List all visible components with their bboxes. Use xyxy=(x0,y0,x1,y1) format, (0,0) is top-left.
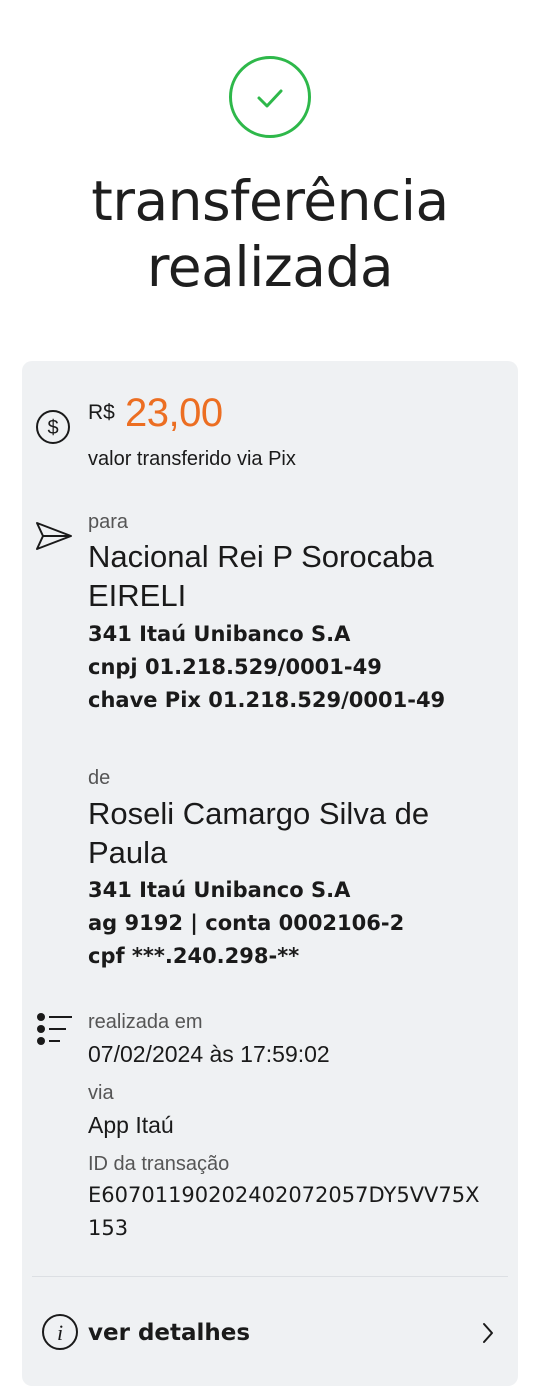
date-label: realizada em xyxy=(88,1011,203,1033)
info-icon: i xyxy=(41,1313,79,1351)
chevron-right-icon xyxy=(480,1321,496,1350)
sender-cpf: cpf ***.240.298-** xyxy=(88,944,300,968)
sender-label: de xyxy=(88,767,111,789)
recipient-label: para xyxy=(88,511,129,533)
transaction-id-label: ID da transação xyxy=(88,1153,230,1175)
dollar-circle-icon: $ xyxy=(35,409,71,445)
divider xyxy=(32,1276,508,1277)
recipient-cnpj: cnpj 01.218.529/0001-49 xyxy=(88,655,382,679)
amount-label: valor transferido via Pix xyxy=(88,448,296,470)
details-button[interactable]: i ver detalhes xyxy=(22,1296,518,1366)
via-label: via xyxy=(88,1082,114,1104)
list-icon xyxy=(34,1009,74,1049)
transaction-id-line-1: E60701190202402072057DY5VV75X xyxy=(88,1183,480,1207)
details-label: ver detalhes xyxy=(88,1320,251,1346)
title-line-1: transferência xyxy=(91,169,449,233)
transfer-amount: 23,00 xyxy=(125,391,223,435)
svg-text:$: $ xyxy=(47,417,58,439)
check-icon xyxy=(257,89,283,108)
recipient-bank: 341 Itaú Unibanco S.A xyxy=(88,622,351,646)
date-value: 07/02/2024 às 17:59:02 xyxy=(88,1041,330,1067)
sender-name-line-2: Paula xyxy=(88,835,168,870)
sender-account: ag 9192 | conta 0002106-2 xyxy=(88,911,405,935)
title-line-2: realizada xyxy=(146,235,394,299)
success-check-circle-icon xyxy=(229,56,311,138)
recipient-name-line-1: Nacional Rei P Sorocaba xyxy=(88,539,434,574)
transaction-id-line-2: 153 xyxy=(88,1216,129,1240)
sender-bank: 341 Itaú Unibanco S.A xyxy=(88,878,351,902)
recipient-name-line-2: EIRELI xyxy=(88,578,187,613)
svg-text:i: i xyxy=(57,1320,63,1345)
receipt-card: $ R$ 23,00 valor transferido via Pix par… xyxy=(22,361,518,1386)
currency-symbol: R$ xyxy=(88,401,115,424)
via-value: App Itaú xyxy=(88,1112,174,1138)
sender-name-line-1: Roseli Camargo Silva de xyxy=(88,796,430,831)
recipient-pix-key: chave Pix 01.218.529/0001-49 xyxy=(88,688,446,712)
page-title: transferência realizada xyxy=(0,168,540,300)
send-icon xyxy=(34,519,74,553)
